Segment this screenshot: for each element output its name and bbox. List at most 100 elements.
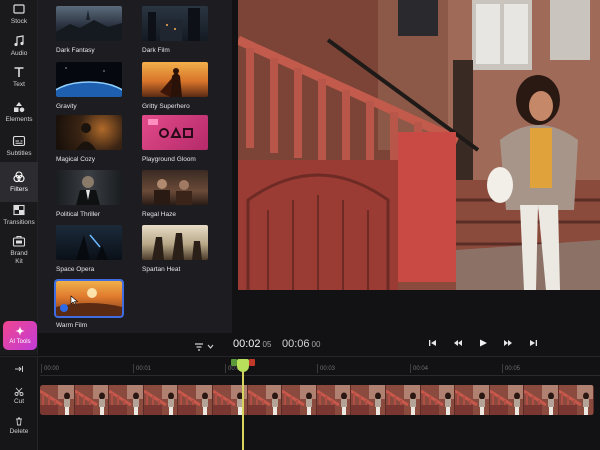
total-frames: 00: [311, 340, 321, 349]
filters-panel: Dark Fantasy Dark Film Gravity Gritty Su…: [38, 0, 232, 333]
delete-button[interactable]: Delete: [0, 417, 38, 435]
tool-label: Cut: [13, 398, 25, 405]
fast-forward-icon: [504, 340, 512, 346]
transitions-icon: [12, 204, 26, 216]
filter-tile-gravity[interactable]: Gravity: [56, 62, 122, 110]
shapes-icon: [12, 101, 26, 113]
ruler-tick-mark: [41, 364, 42, 373]
filter-tile-warm-film[interactable]: Warm Film: [54, 279, 124, 329]
subtitles-icon: [12, 135, 26, 147]
pointer-cursor-icon: [70, 295, 79, 306]
tool-label: Delete: [9, 428, 29, 435]
filter-tile-gritty-superhero[interactable]: Gritty Superhero: [142, 62, 208, 110]
clip-frame-thumbnail: [351, 385, 386, 415]
filter-name: Playground Gloom: [142, 156, 196, 163]
clip-frame-thumbnail: [74, 385, 110, 415]
clip-frame-thumbnail: [489, 385, 525, 415]
clip-frame-thumbnail: [455, 385, 490, 415]
filter-thumbnail: [142, 170, 208, 205]
playhead-line: [242, 360, 244, 450]
skip-end-icon: [530, 340, 537, 346]
clip-frame-thumbnail: [524, 385, 559, 415]
rewind-icon: [454, 340, 462, 346]
clip-frame-thumbnail: [178, 385, 213, 415]
sidebar-item-label: Text: [13, 80, 25, 88]
filter-name: Political Thriller: [56, 211, 100, 218]
clip-frame-thumbnail: [385, 385, 421, 415]
sidebar-item-label: Brand Kit: [10, 250, 28, 265]
sidebar-item-label: Filters: [10, 185, 28, 193]
ai-tools-label: AI Tools: [9, 338, 31, 345]
video-preview[interactable]: [238, 0, 600, 290]
expand-timeline-button[interactable]: [0, 365, 38, 373]
filter-thumbnail: [56, 115, 122, 150]
clip-frame-thumbnail: [558, 385, 594, 415]
ai-tools-button[interactable]: ✦ AI Tools: [3, 321, 37, 350]
trim-end-handle[interactable]: [249, 359, 255, 366]
timeline-ruler[interactable]: [40, 375, 600, 376]
ruler-tick-mark: [133, 364, 134, 373]
filter-tile-space-opera[interactable]: Space Opera: [56, 225, 122, 273]
filter-tile-spartan-heat[interactable]: Spartan Heat: [142, 225, 208, 273]
current-time-value: 00:02: [233, 338, 261, 350]
sidebar-item-brand-kit[interactable]: Brand Kit: [0, 228, 38, 272]
filter-tile-dark-fantasy[interactable]: Dark Fantasy: [56, 6, 122, 54]
skip-to-end-button[interactable]: [527, 338, 539, 348]
play-icon: [480, 339, 487, 347]
filter-thumbnail: [142, 225, 208, 260]
skip-to-start-button[interactable]: [427, 338, 439, 348]
ruler-tick-label: 00:01: [136, 366, 152, 372]
sort-filter-button[interactable]: [194, 339, 216, 351]
ruler-tick-mark: [502, 364, 503, 373]
filter-name: Magical Cozy: [56, 156, 96, 163]
filter-tile-playground-gloom[interactable]: Playground Gloom: [142, 115, 208, 163]
filter-name: Regal Haze: [142, 211, 176, 218]
clip-frame-thumbnail: [143, 385, 179, 415]
video-clip-track[interactable]: [40, 385, 594, 415]
filter-thumbnail: [142, 6, 208, 41]
ruler-tick-mark: [225, 364, 226, 373]
filter-thumbnail: [142, 115, 208, 150]
clip-frame-thumbnail: [40, 385, 75, 415]
ruler-tick-mark: [317, 364, 318, 373]
ruler-tick-label: 00:00: [44, 366, 60, 372]
ruler-tick-label: 00:05: [505, 366, 521, 372]
filter-name: Gravity: [56, 103, 77, 110]
cut-button[interactable]: Cut: [0, 387, 38, 405]
arrow-right-bar-icon: [15, 366, 23, 372]
filter-tile-political-thriller[interactable]: Political Thriller: [56, 170, 122, 218]
sidebar-item-label: Transitions: [3, 218, 35, 226]
play-button[interactable]: [477, 338, 489, 348]
left-sidebar: Stock Audio Text Elements Subtitles Filt…: [0, 0, 38, 355]
rewind-button[interactable]: [452, 338, 464, 348]
ruler-tick-mark: [410, 364, 411, 373]
filter-tile-regal-haze[interactable]: Regal Haze: [142, 170, 208, 218]
filter-name: Spartan Heat: [142, 266, 181, 273]
filter-thumbnail: [56, 170, 122, 205]
sidebar-item-label: Elements: [5, 115, 33, 123]
filter-thumbnail: [56, 6, 122, 41]
scissors-icon: [14, 387, 24, 396]
filter-tile-dark-film[interactable]: Dark Film: [142, 6, 208, 54]
current-frames: 05: [262, 340, 272, 349]
fast-forward-button[interactable]: [502, 338, 514, 348]
sparkle-icon: ✦: [15, 325, 25, 338]
filter-thumbnail: [54, 279, 124, 318]
stock-icon: [12, 3, 26, 15]
skip-start-icon: [429, 340, 436, 346]
current-time: 00:02 05: [233, 338, 271, 350]
text-icon: [12, 66, 26, 78]
filter-thumbnail: [142, 62, 208, 97]
ruler-tick-label: 00:03: [320, 366, 336, 372]
sidebar-item-text[interactable]: Text: [0, 57, 38, 97]
filter-tile-magical-cozy[interactable]: Magical Cozy: [56, 115, 122, 163]
sidebar-item-subtitles[interactable]: Subtitles: [0, 126, 38, 166]
music-note-icon: [12, 35, 26, 47]
playhead-handle[interactable]: [237, 359, 249, 372]
filter-name: Dark Film: [142, 47, 170, 54]
selected-check-icon: [60, 304, 68, 312]
sidebar-item-label: Subtitles: [6, 149, 32, 157]
sort-icon: [195, 343, 214, 351]
clip-frame-thumbnail: [316, 385, 352, 415]
total-time: 00:06 00: [282, 338, 320, 350]
